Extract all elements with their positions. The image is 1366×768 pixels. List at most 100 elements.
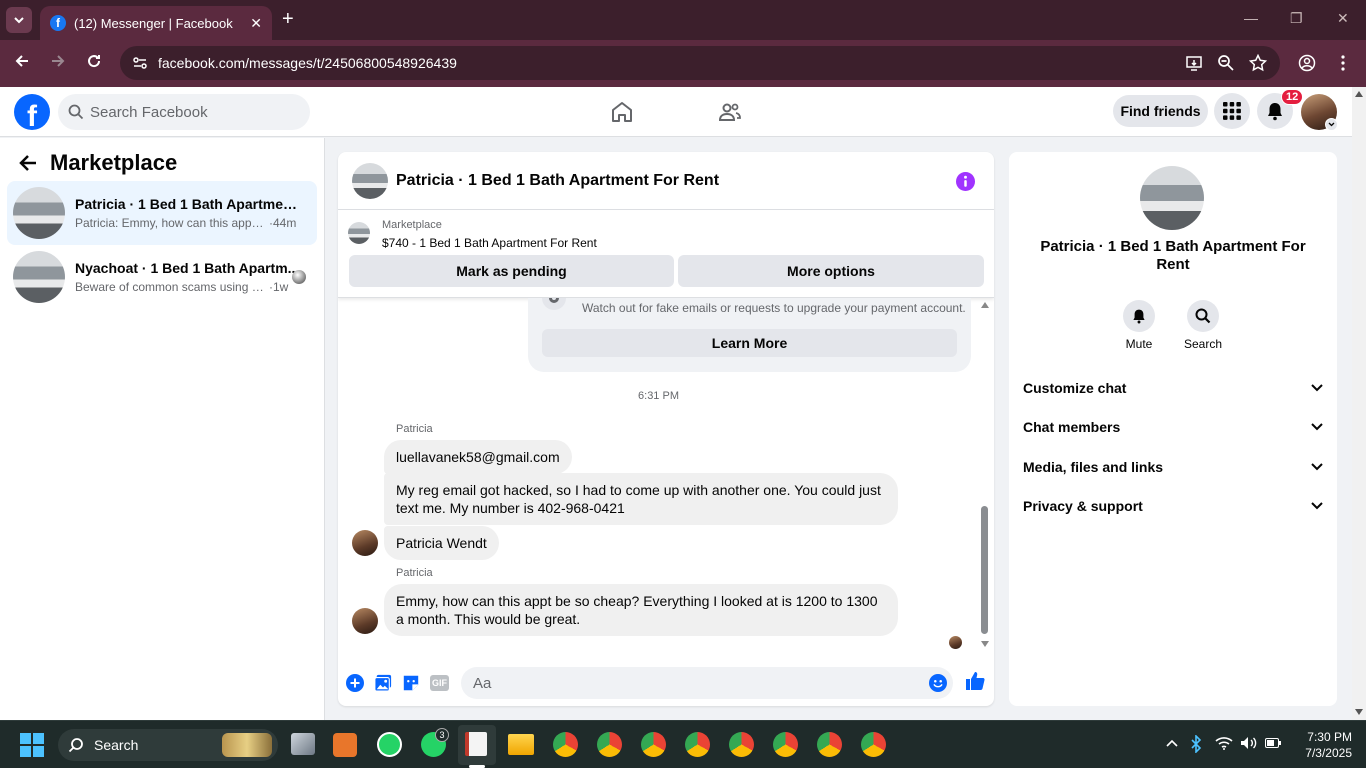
listing-thumbnail (13, 251, 65, 303)
details-avatar[interactable] (1140, 166, 1204, 230)
scrollbar-thumb[interactable] (981, 506, 988, 634)
profile-icon[interactable] (1298, 54, 1316, 72)
taskbar-search[interactable]: Search (58, 729, 278, 761)
message-bubble[interactable]: Emmy, how can this appt be so cheap? Eve… (384, 584, 898, 636)
chevron-down-icon (1311, 463, 1323, 471)
listing-title[interactable]: $740 - 1 Bed 1 Bath Apartment For Rent (382, 236, 597, 250)
scroll-down-icon[interactable] (981, 641, 989, 647)
minimize-button[interactable]: — (1244, 10, 1258, 26)
search-conversation-button[interactable] (1187, 300, 1219, 332)
home-icon[interactable] (610, 100, 634, 124)
scroll-up-icon[interactable] (1355, 91, 1363, 97)
snipping-tool-icon[interactable] (465, 732, 487, 756)
wifi-icon[interactable] (1215, 736, 1233, 750)
bluetooth-icon[interactable] (1190, 735, 1202, 753)
tab-title: (12) Messenger | Facebook (74, 15, 233, 31)
browser-tab[interactable]: f (12) Messenger | Facebook ✕ (40, 6, 272, 40)
search-facebook-input[interactable]: Search Facebook (58, 94, 310, 130)
message-bubble[interactable]: luellavanek58@gmail.com (384, 440, 572, 474)
chrome-profile-icon[interactable] (729, 732, 754, 757)
close-window-button[interactable]: ✕ (1337, 10, 1349, 27)
conversation-name: Nyachoat · 1 Bed 1 Bath Apartm... (75, 260, 300, 276)
chrome-profile-icon[interactable] (685, 732, 710, 757)
forward-arrow-icon[interactable] (50, 53, 66, 69)
address-bar[interactable]: facebook.com/messages/t/2450680054892643… (120, 46, 1280, 80)
task-view-icon[interactable] (291, 733, 315, 755)
system-clock[interactable]: 7:30 PM 7/3/2025 (1296, 729, 1352, 761)
gif-icon[interactable]: GIF (430, 675, 449, 691)
tab-search-button[interactable] (6, 7, 32, 33)
find-friends-button[interactable]: Find friends (1113, 95, 1208, 127)
file-explorer-icon[interactable] (508, 734, 534, 755)
conversation-time: ·1w (269, 280, 289, 294)
back-arrow-icon[interactable] (18, 153, 38, 173)
conversation-item[interactable]: Nyachoat · 1 Bed 1 Bath Apartm... Beware… (7, 245, 317, 309)
chat-title[interactable]: Patricia · 1 Bed 1 Bath Apartment For Re… (396, 172, 719, 190)
chrome-icon[interactable] (553, 732, 578, 757)
chevron-down-icon (1328, 122, 1335, 127)
more-options-button[interactable]: More options (678, 255, 984, 287)
install-app-icon[interactable] (1185, 54, 1203, 72)
warning-icon (542, 298, 566, 310)
reload-icon[interactable] (86, 53, 102, 69)
emoji-icon[interactable] (929, 674, 947, 692)
chat-members-section[interactable]: Chat members (1023, 415, 1323, 439)
conversation-item[interactable]: Patricia · 1 Bed 1 Bath Apartment F... P… (7, 181, 317, 245)
chrome-profile-icon[interactable] (773, 732, 798, 757)
windows-start-icon[interactable] (20, 733, 44, 757)
thumbs-up-icon[interactable] (965, 671, 985, 691)
zoom-out-icon[interactable] (1217, 54, 1235, 72)
chrome-profile-icon[interactable] (861, 732, 886, 757)
bell-icon (1133, 309, 1145, 324)
chrome-profile-icon[interactable] (817, 732, 842, 757)
facebook-logo[interactable]: f (14, 94, 50, 130)
new-tab-button[interactable]: + (282, 8, 294, 30)
bookmark-star-icon[interactable] (1249, 54, 1267, 72)
search-icon (68, 104, 84, 120)
volume-icon[interactable] (1240, 736, 1258, 750)
message-input[interactable]: Aa (461, 667, 953, 699)
message-list: Watch out for fake emails or requests to… (338, 298, 994, 658)
back-arrow-icon[interactable] (14, 53, 30, 69)
privacy-support-section[interactable]: Privacy & support (1023, 494, 1323, 518)
battery-icon[interactable] (1265, 738, 1281, 748)
restore-button[interactable]: ❐ (1290, 10, 1303, 27)
chrome-profile-icon[interactable] (597, 732, 622, 757)
tab-close-icon[interactable]: ✕ (250, 15, 262, 32)
browser-menu-icon[interactable] (1338, 54, 1348, 72)
message-scrollbar[interactable] (979, 298, 991, 658)
learn-more-button[interactable]: Learn More (542, 329, 957, 357)
marketplace-label: Marketplace (382, 219, 442, 231)
sender-avatar[interactable] (352, 608, 378, 634)
page-scrollbar[interactable] (1352, 87, 1366, 720)
info-icon[interactable] (956, 172, 975, 191)
sticker-icon[interactable] (402, 674, 420, 692)
search-icon (68, 738, 83, 753)
account-chevron[interactable] (1325, 118, 1338, 131)
chat-avatar[interactable] (352, 162, 388, 199)
conversation-preview: Patricia: Emmy, how can this appt b... (75, 216, 265, 230)
chrome-profile-icon[interactable] (641, 732, 666, 757)
mark-as-pending-button[interactable]: Mark as pending (349, 255, 674, 287)
chevron-up-icon[interactable] (1166, 739, 1178, 747)
menu-grid-button[interactable] (1214, 93, 1250, 129)
chevron-down-icon (14, 17, 24, 24)
friends-icon[interactable] (718, 100, 742, 124)
photo-icon[interactable] (374, 674, 392, 692)
media-files-links-section[interactable]: Media, files and links (1023, 455, 1323, 479)
site-info-icon[interactable] (132, 55, 148, 71)
whatsapp-business-icon[interactable] (377, 732, 402, 757)
scroll-down-icon[interactable] (1355, 709, 1363, 715)
whatsapp-badge: 3 (435, 728, 449, 742)
scroll-up-icon[interactable] (981, 302, 989, 308)
message-bubble[interactable]: Patricia Wendt (384, 526, 499, 560)
search-label: Search (1183, 337, 1223, 351)
sender-avatar[interactable] (352, 530, 378, 556)
customize-chat-section[interactable]: Customize chat (1023, 376, 1323, 400)
plus-circle-icon[interactable] (346, 674, 364, 692)
message-bubble[interactable]: My reg email got hacked, so I had to com… (384, 473, 898, 525)
store-icon[interactable] (333, 733, 357, 757)
search-highlight-image (222, 733, 272, 757)
section-label: Chat members (1023, 419, 1121, 435)
mute-button[interactable] (1123, 300, 1155, 332)
